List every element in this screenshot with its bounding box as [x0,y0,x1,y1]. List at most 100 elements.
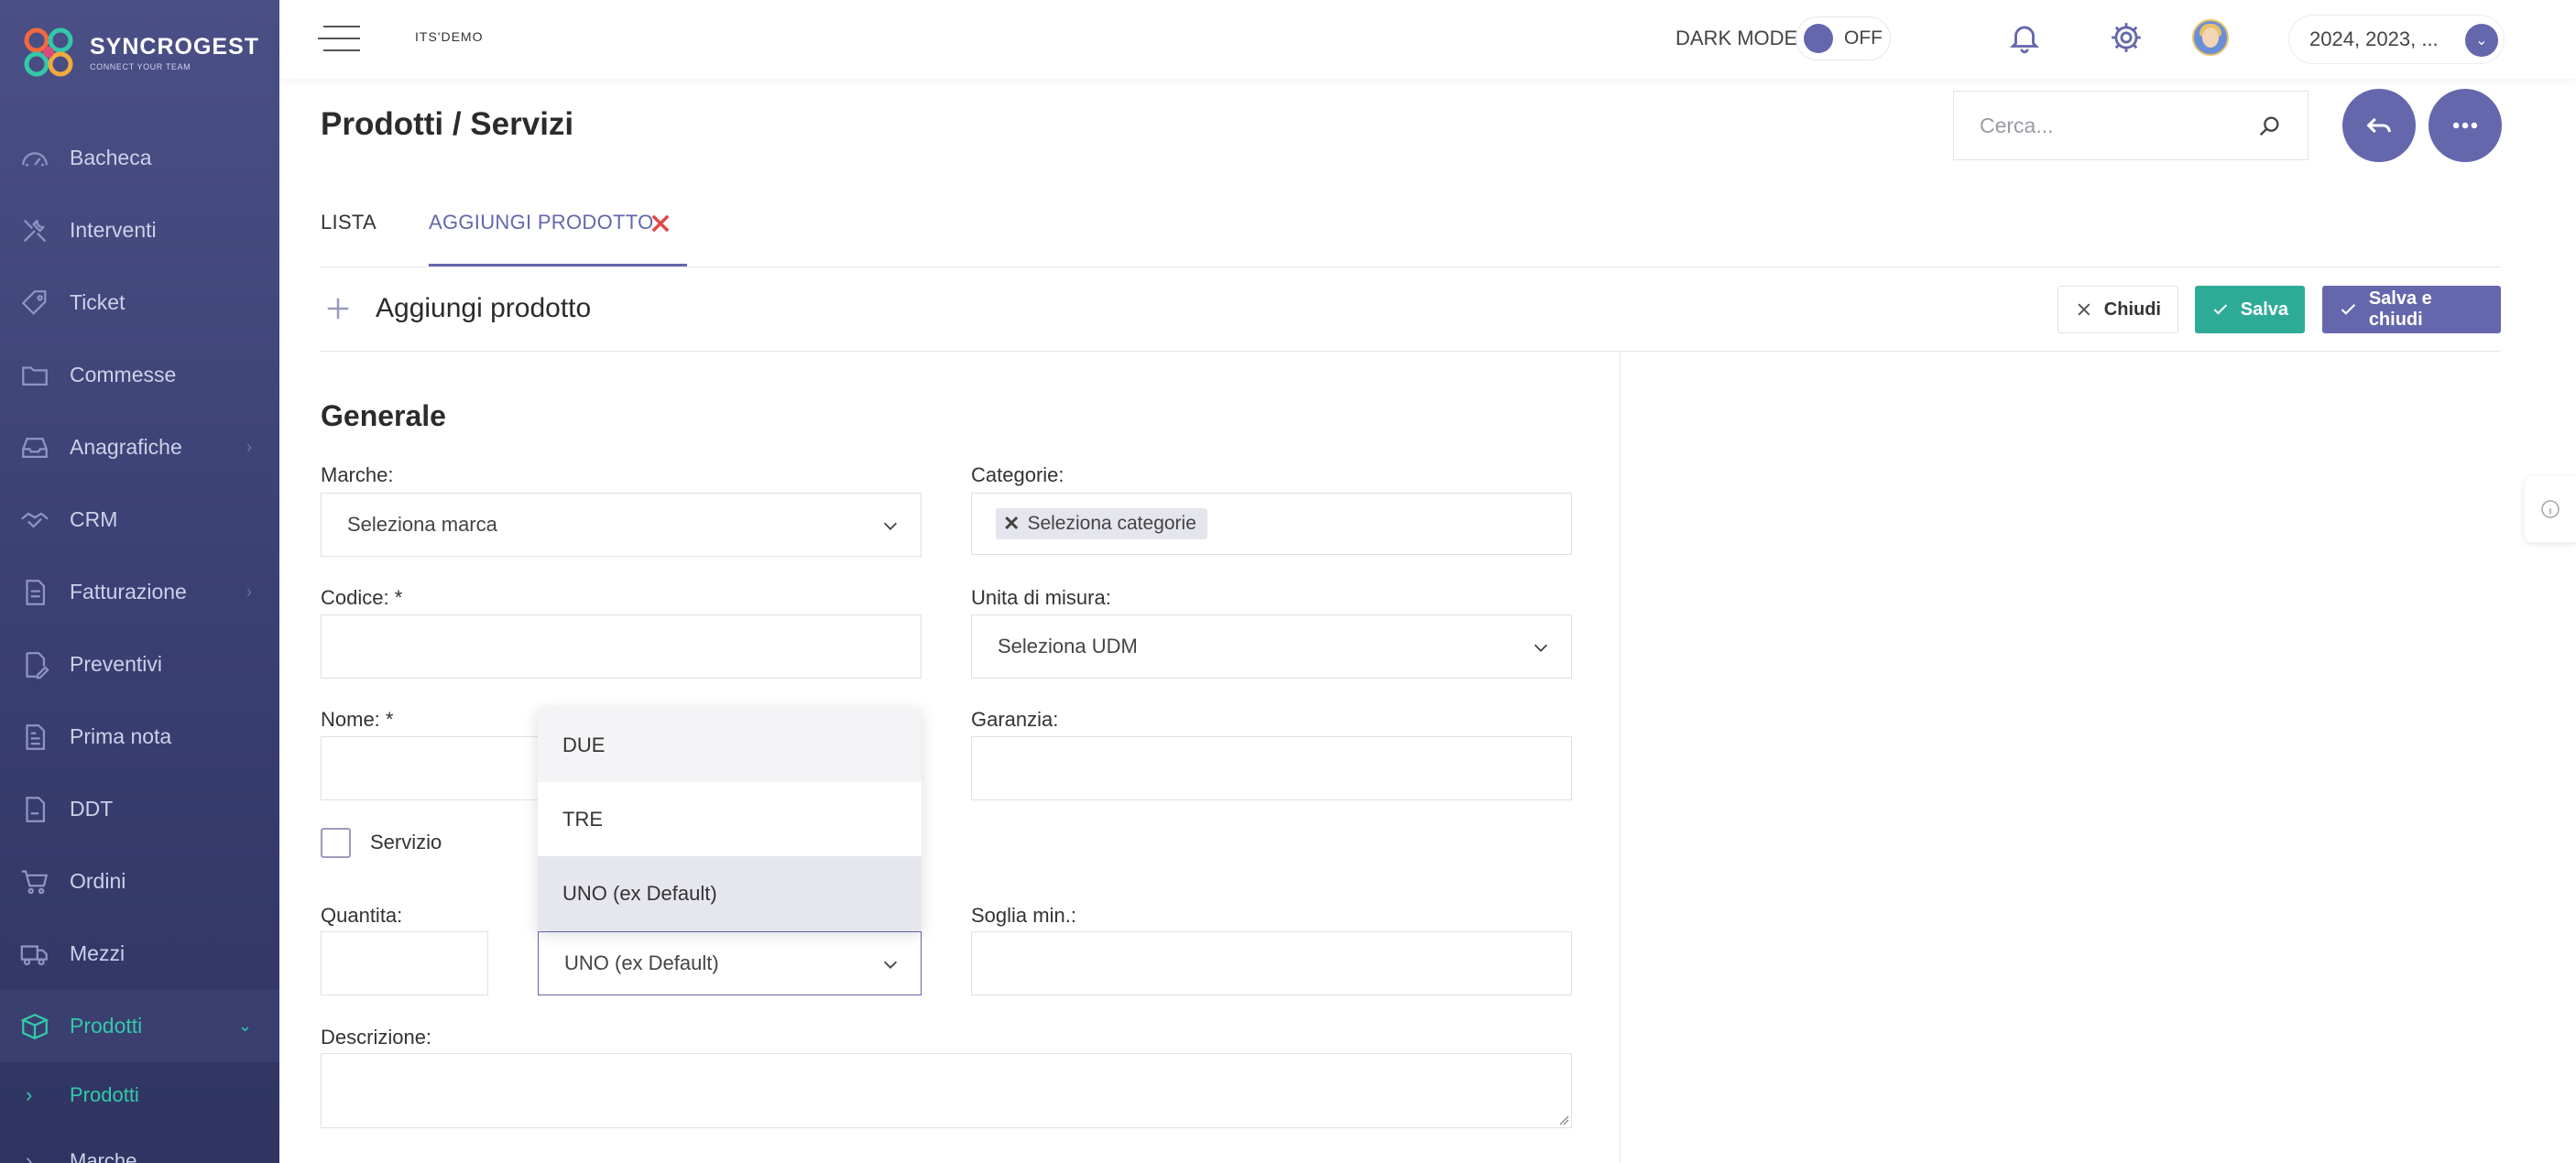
save-and-close-button[interactable]: Salva e chiudi [2322,286,2501,333]
brand[interactable]: SYNCROGEST CONNECT YOUR TEAM [18,20,266,84]
edit-document-icon [18,648,51,681]
descrizione-textarea[interactable] [321,1053,1572,1128]
section-header: Aggiungi prodotto Chiudi Salva Salva e c… [321,267,2501,352]
categorie-tag-label: Seleziona categorie [1027,513,1196,534]
sidebar-item-anagrafiche[interactable]: Anagrafiche › [0,411,279,484]
tab-lista[interactable]: LISTA [321,211,377,234]
bell-icon[interactable] [2005,18,2044,57]
sidebar-item-label: Mezzi [70,941,126,965]
topbar: ITS'DEMO DARK MODE OFF 2024, 2023, ... ⌄ [279,0,2576,79]
sidebar-subitem-prodotti[interactable]: › Prodotti [0,1062,279,1128]
sidebar-item-mezzi[interactable]: Mezzi [0,918,279,990]
udm-select[interactable]: Seleziona UDM [971,614,1572,679]
garanzia-input[interactable] [972,737,1571,799]
check-icon [2213,304,2228,315]
search-icon[interactable] [2256,114,2282,139]
inbox-icon [18,431,51,464]
document-icon [18,576,51,609]
box-icon [18,1010,51,1043]
brand-name: SYNCROGEST [90,33,260,60]
sidebar-subitem-label: Prodotti [70,1083,139,1106]
column-divider [1620,352,1621,1163]
sidebar-item-preventivi[interactable]: Preventivi [0,628,279,701]
sidebar-item-label: Ticket [70,290,126,314]
search-box [1953,91,2309,160]
tools-icon [18,214,51,247]
chevron-right-icon: › [246,582,252,601]
soglia-field [971,931,1572,995]
sidebar-item-label: Fatturazione [70,580,187,603]
nome-label: Nome: * [321,708,394,731]
quantita-input[interactable] [322,932,487,995]
garanzia-field [971,736,1572,800]
section-title: Aggiungi prodotto [376,293,592,323]
soglia-input[interactable] [972,932,1571,995]
hamburger-menu-icon[interactable] [318,26,360,55]
dark-mode-toggle[interactable]: OFF [1796,16,1891,60]
sidebar-item-label: DDT [70,797,114,821]
codice-input[interactable] [322,615,921,678]
categorie-placeholder-tag[interactable]: ✕ Seleziona categorie [996,508,1207,539]
dark-mode-state: OFF [1844,27,1883,49]
info-side-tab[interactable] [2525,476,2576,542]
sidebar-subitem-marche[interactable]: › Marche [0,1128,279,1163]
sidebar: SYNCROGEST CONNECT YOUR TEAM Bacheca Int… [0,0,279,1163]
servizio-checkbox[interactable] [321,828,351,858]
close-button[interactable]: Chiudi [2058,286,2178,333]
magazzino-select[interactable]: UNO (ex Default) [538,931,922,995]
sidebar-item-label: Commesse [70,363,177,386]
toggle-knob [1804,24,1833,53]
clear-icon[interactable]: ✕ [1003,512,1020,536]
sidebar-item-commesse[interactable]: Commesse [0,339,279,411]
sidebar-item-label: Preventivi [70,652,162,676]
company-name: ITS'DEMO [415,29,484,44]
dropdown-option[interactable]: TRE [538,782,922,856]
brand-tagline: CONNECT YOUR TEAM [90,61,191,71]
year-selector-value: 2024, 2023, ... [2309,27,2439,50]
folder-icon [18,359,51,392]
servizio-label: Servizio [370,831,442,853]
magazzino-dropdown-menu: DUE TRE UNO (ex Default) [538,708,922,930]
dropdown-option[interactable]: DUE [538,708,922,782]
sidebar-item-crm[interactable]: CRM [0,484,279,556]
chevron-down-icon [880,954,901,974]
close-button-label: Chiudi [2103,299,2161,320]
udm-label: Unita di misura: [971,586,1111,609]
sidebar-item-prima-nota[interactable]: Prima nota [0,701,279,773]
dropdown-option[interactable]: UNO (ex Default) [538,856,922,930]
back-button[interactable] [2342,89,2416,162]
save-button[interactable]: Salva [2195,286,2305,333]
avatar[interactable] [2192,19,2229,56]
chevron-down-icon [1531,637,1551,658]
marche-select[interactable]: Seleziona marca [321,493,922,557]
sidebar-item-ddt[interactable]: DDT [0,773,279,845]
save-and-close-button-label: Salva e chiudi [2368,288,2432,330]
sidebar-item-label: Anagrafiche [70,435,182,459]
cart-icon [18,865,51,898]
sidebar-item-ticket[interactable]: Ticket [0,266,279,339]
search-input[interactable] [1980,113,2245,138]
close-tab-icon[interactable] [648,211,673,236]
chevron-down-icon: ⌄ [237,1016,252,1035]
gear-icon[interactable] [2107,18,2145,57]
resize-handle-icon[interactable] [1558,1114,1569,1125]
garanzia-label: Garanzia: [971,708,1059,731]
sidebar-item-label: Interventi [70,218,157,242]
sidebar-item-fatturazione[interactable]: Fatturazione › [0,556,279,628]
handshake-icon [18,504,51,537]
tab-bar: LISTA AGGIUNGI PRODOTTO [321,183,2501,267]
sidebar-item-prodotti[interactable]: Prodotti ⌄ [0,990,279,1062]
more-options-button[interactable] [2429,89,2502,162]
tab-aggiungi-prodotto[interactable]: AGGIUNGI PRODOTTO [429,211,654,234]
notes-icon [18,721,51,754]
year-selector[interactable]: 2024, 2023, ... ⌄ [2288,15,2505,64]
sidebar-item-label: Prodotti [70,1014,143,1038]
chevron-right-icon: › [26,1149,33,1163]
descrizione-label: Descrizione: [321,1026,432,1049]
sidebar-item-bacheca[interactable]: Bacheca [0,122,279,194]
sidebar-item-interventi[interactable]: Interventi [0,194,279,266]
sidebar-item-ordini[interactable]: Ordini [0,845,279,918]
truck-icon [18,938,51,971]
udm-select-value: Seleziona UDM [998,635,1138,658]
sidebar-item-label: Bacheca [70,146,152,169]
